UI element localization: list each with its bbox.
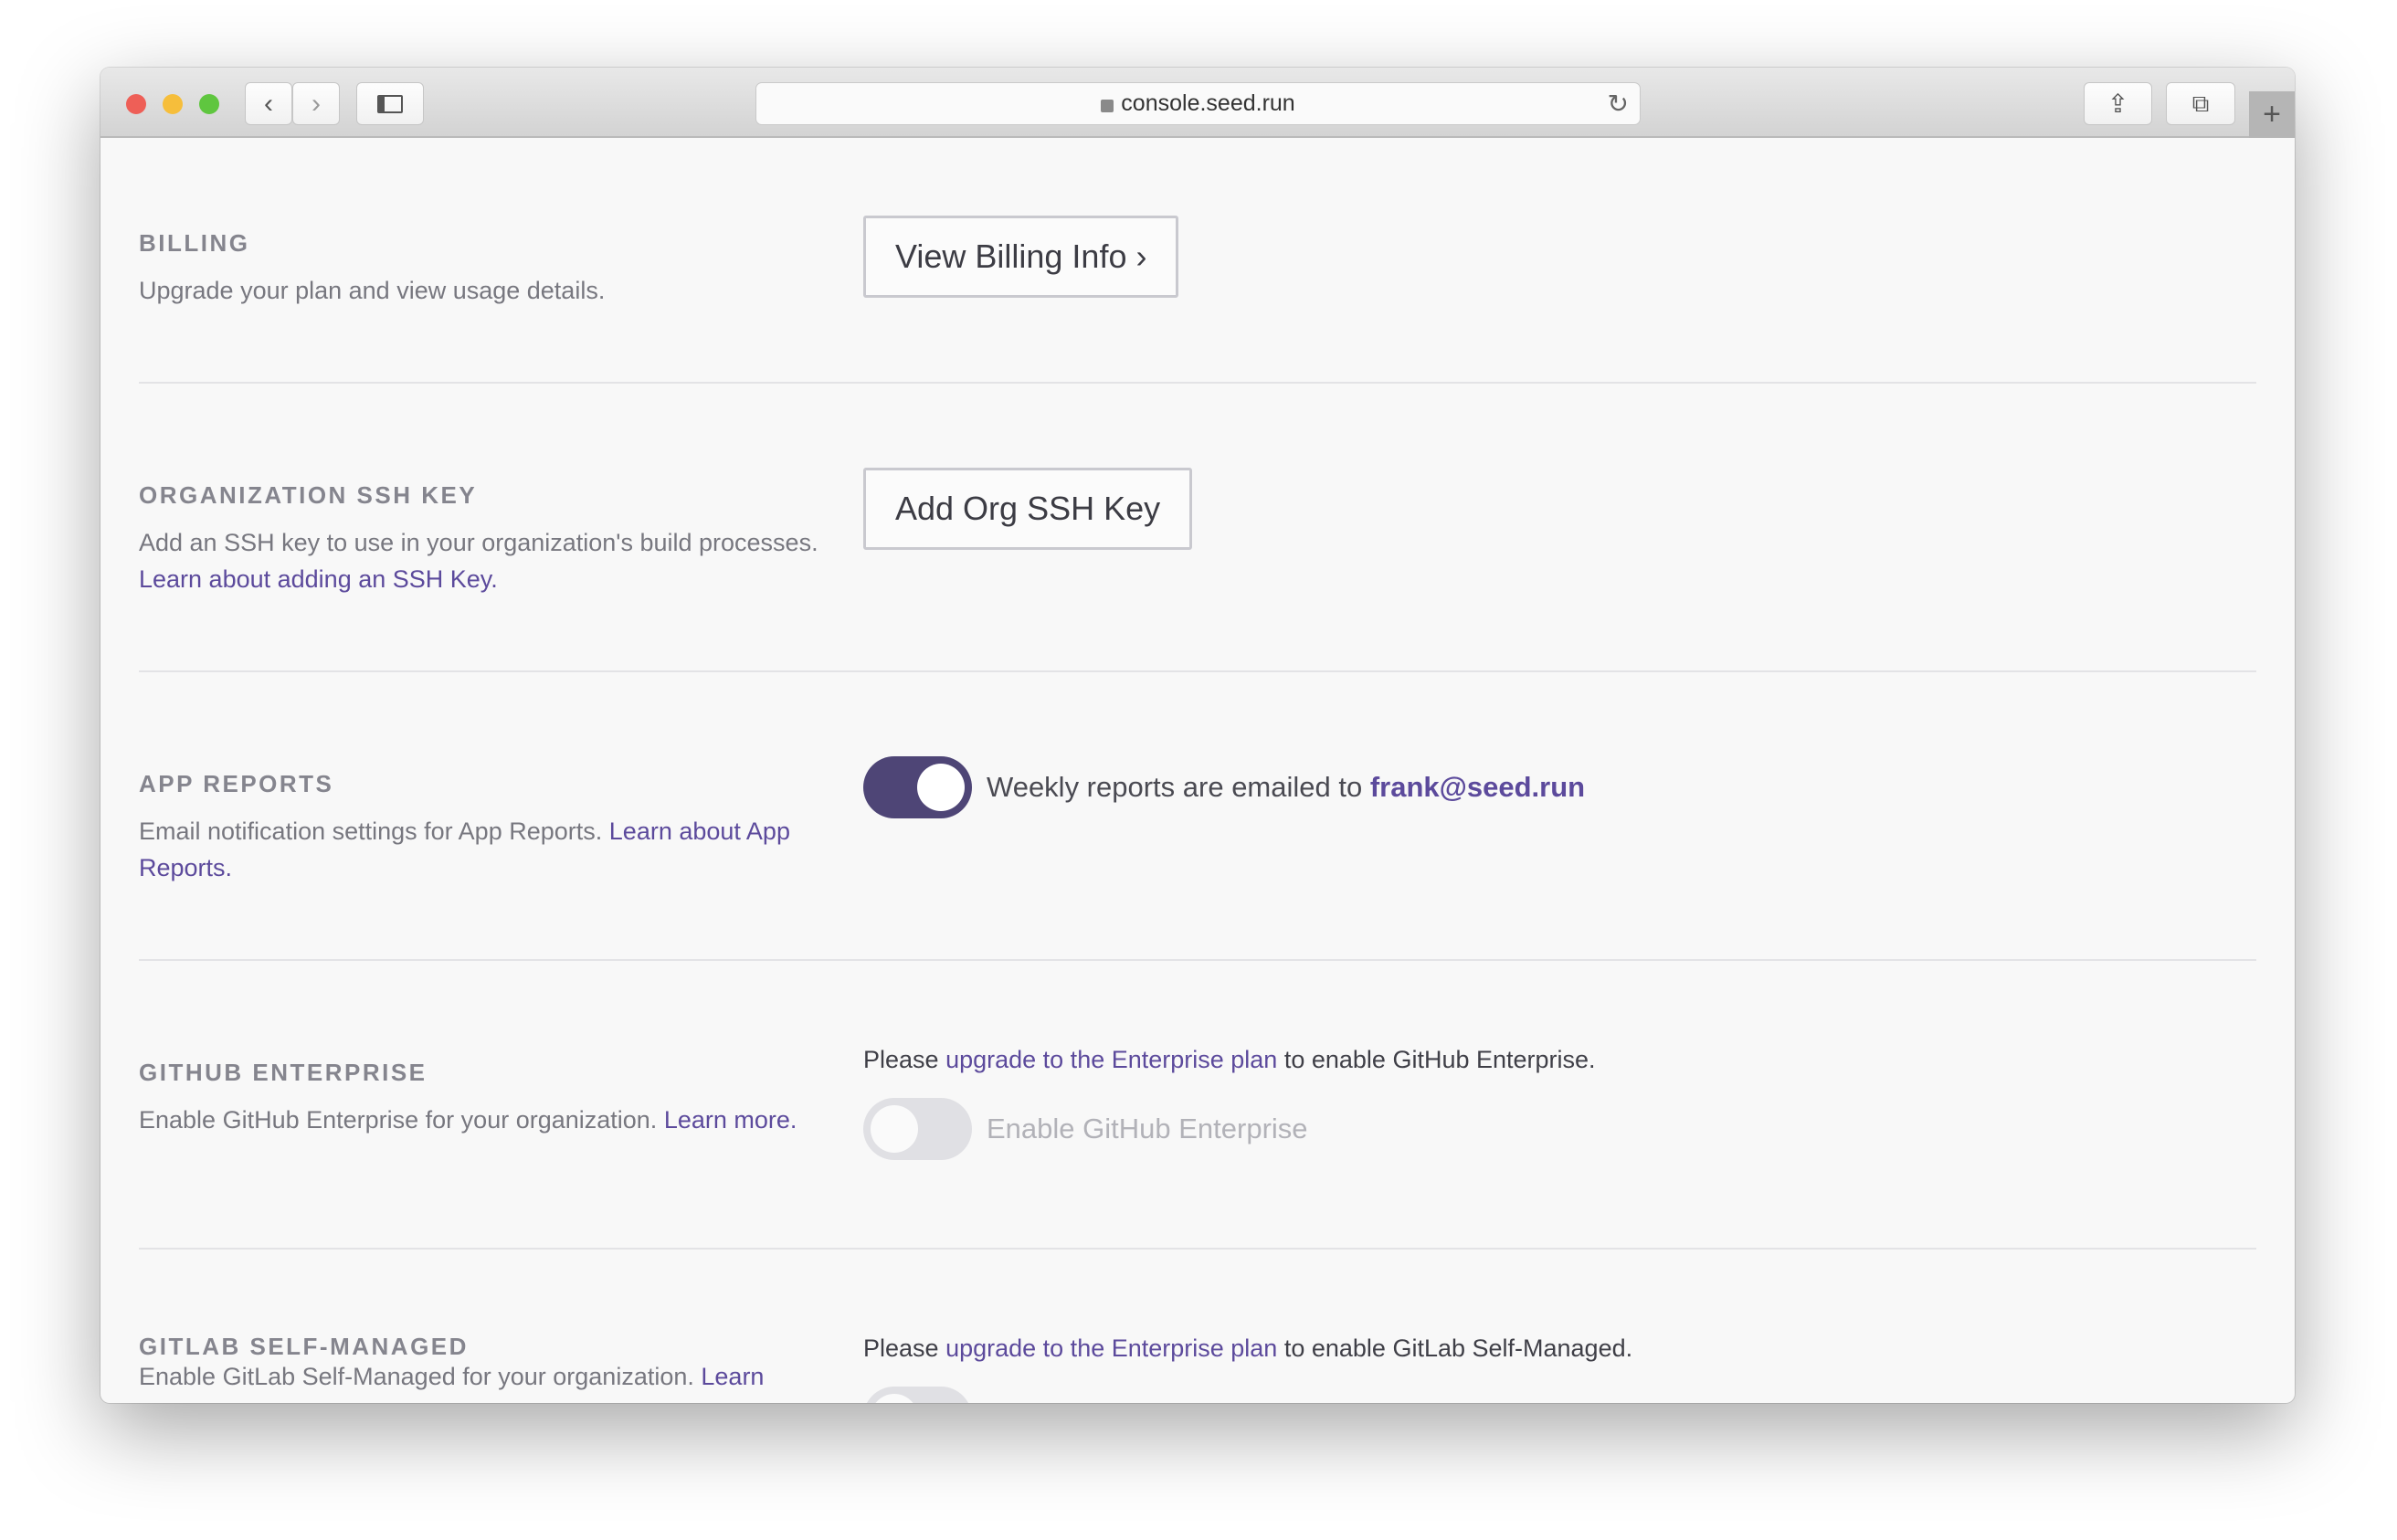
upgrade-notice: Please upgrade to the Enterprise plan to… (863, 1041, 2256, 1078)
address-bar[interactable]: console.seed.run ↻ (755, 82, 1641, 125)
url-text: console.seed.run (1121, 90, 1295, 116)
zoom-window-button[interactable] (199, 94, 219, 114)
section-heading: APP REPORTS (139, 770, 334, 797)
section-heading: GITLAB SELF-MANAGED (139, 1333, 469, 1360)
toggle-label: Weekly reports are emailed to frank@seed… (987, 771, 1585, 804)
section-heading: GITHUB ENTERPRISE (139, 1059, 428, 1086)
upgrade-link[interactable]: upgrade to the Enterprise plan (945, 1046, 1277, 1073)
report-email: frank@seed.run (1369, 771, 1586, 803)
notice-text: Please (863, 1046, 939, 1073)
description-text: Enable GitLab Self-Managed for your orga… (139, 1363, 694, 1390)
notice-text: to enable GitLab Self-Managed. (1283, 1334, 1633, 1362)
forward-button[interactable]: › (292, 82, 340, 125)
upgrade-link[interactable]: upgrade to the Enterprise plan (945, 1334, 1277, 1362)
view-billing-info-button[interactable]: View Billing Info › (863, 216, 1179, 298)
plus-icon: + (2263, 97, 2281, 132)
learn-ssh-key-link[interactable]: Learn about adding an SSH Key. (139, 565, 498, 593)
back-button[interactable]: ‹ (245, 82, 292, 125)
tabs-icon: ⧉ (2191, 89, 2210, 117)
title-bar: ‹ › console.seed.run ↻ ⇪ ⧉ + (100, 68, 2295, 138)
section-description: Enable GitHub Enterprise for your organi… (139, 1102, 827, 1138)
add-org-ssh-key-button[interactable]: Add Org SSH Key (863, 468, 1193, 550)
reload-icon[interactable]: ↻ (1608, 89, 1629, 119)
section-heading: BILLING (139, 229, 250, 257)
chevron-left-icon: ‹ (264, 88, 273, 119)
share-icon: ⇪ (2107, 90, 2129, 118)
description-text: Enable GitHub Enterprise for your organi… (139, 1106, 658, 1134)
settings-content: BILLING Upgrade your plan and view usage… (139, 138, 2256, 1403)
notice-text: to enable GitHub Enterprise. (1283, 1046, 1596, 1073)
app-reports-toggle[interactable] (863, 756, 972, 818)
billing-section: BILLING Upgrade your plan and view usage… (139, 131, 2256, 384)
notice-text: Please (863, 1334, 939, 1362)
learn-more-link[interactable]: Learn more. (664, 1106, 797, 1134)
github-enterprise-section: GITHUB ENTERPRISE Enable GitHub Enterpri… (139, 961, 2256, 1250)
upgrade-notice: Please upgrade to the Enterprise plan to… (863, 1330, 2256, 1366)
description-text: Email notification settings for App Repo… (139, 817, 603, 845)
toggle-label: Enable GitHub Enterprise (987, 1113, 1308, 1144)
lock-icon (1101, 99, 1114, 112)
learn-more-link[interactable]: Learn (701, 1363, 764, 1390)
section-description: Enable GitLab Self-Managed for your orga… (139, 1363, 827, 1390)
close-window-button[interactable] (126, 94, 146, 114)
reports-text: Weekly reports are emailed to (987, 771, 1363, 803)
github-enterprise-toggle[interactable] (863, 1098, 972, 1160)
sidebar-toggle-button[interactable] (356, 82, 424, 125)
minimize-window-button[interactable] (163, 94, 183, 114)
section-heading: ORGANIZATION SSH KEY (139, 481, 478, 509)
org-ssh-key-section: ORGANIZATION SSH KEY Add an SSH key to u… (139, 384, 2256, 672)
gitlab-self-managed-toggle[interactable] (863, 1387, 972, 1403)
sidebar-icon (377, 94, 403, 113)
chevron-right-icon: › (312, 88, 321, 119)
description-text: Add an SSH key to use in your organizati… (139, 529, 818, 556)
browser-window: ‹ › console.seed.run ↻ ⇪ ⧉ + BILLING Upg… (100, 68, 2295, 1403)
tabs-overview-button[interactable]: ⧉ (2166, 82, 2235, 125)
section-description: Add an SSH key to use in your organizati… (139, 524, 827, 597)
gitlab-self-managed-section: GITLAB SELF-MANAGED Enable GitLab Self-M… (139, 1250, 2256, 1403)
share-button[interactable]: ⇪ (2084, 82, 2152, 125)
section-description: Upgrade your plan and view usage details… (139, 277, 606, 304)
section-description: Email notification settings for App Repo… (139, 813, 827, 886)
app-reports-section: APP REPORTS Email notification settings … (139, 672, 2256, 961)
